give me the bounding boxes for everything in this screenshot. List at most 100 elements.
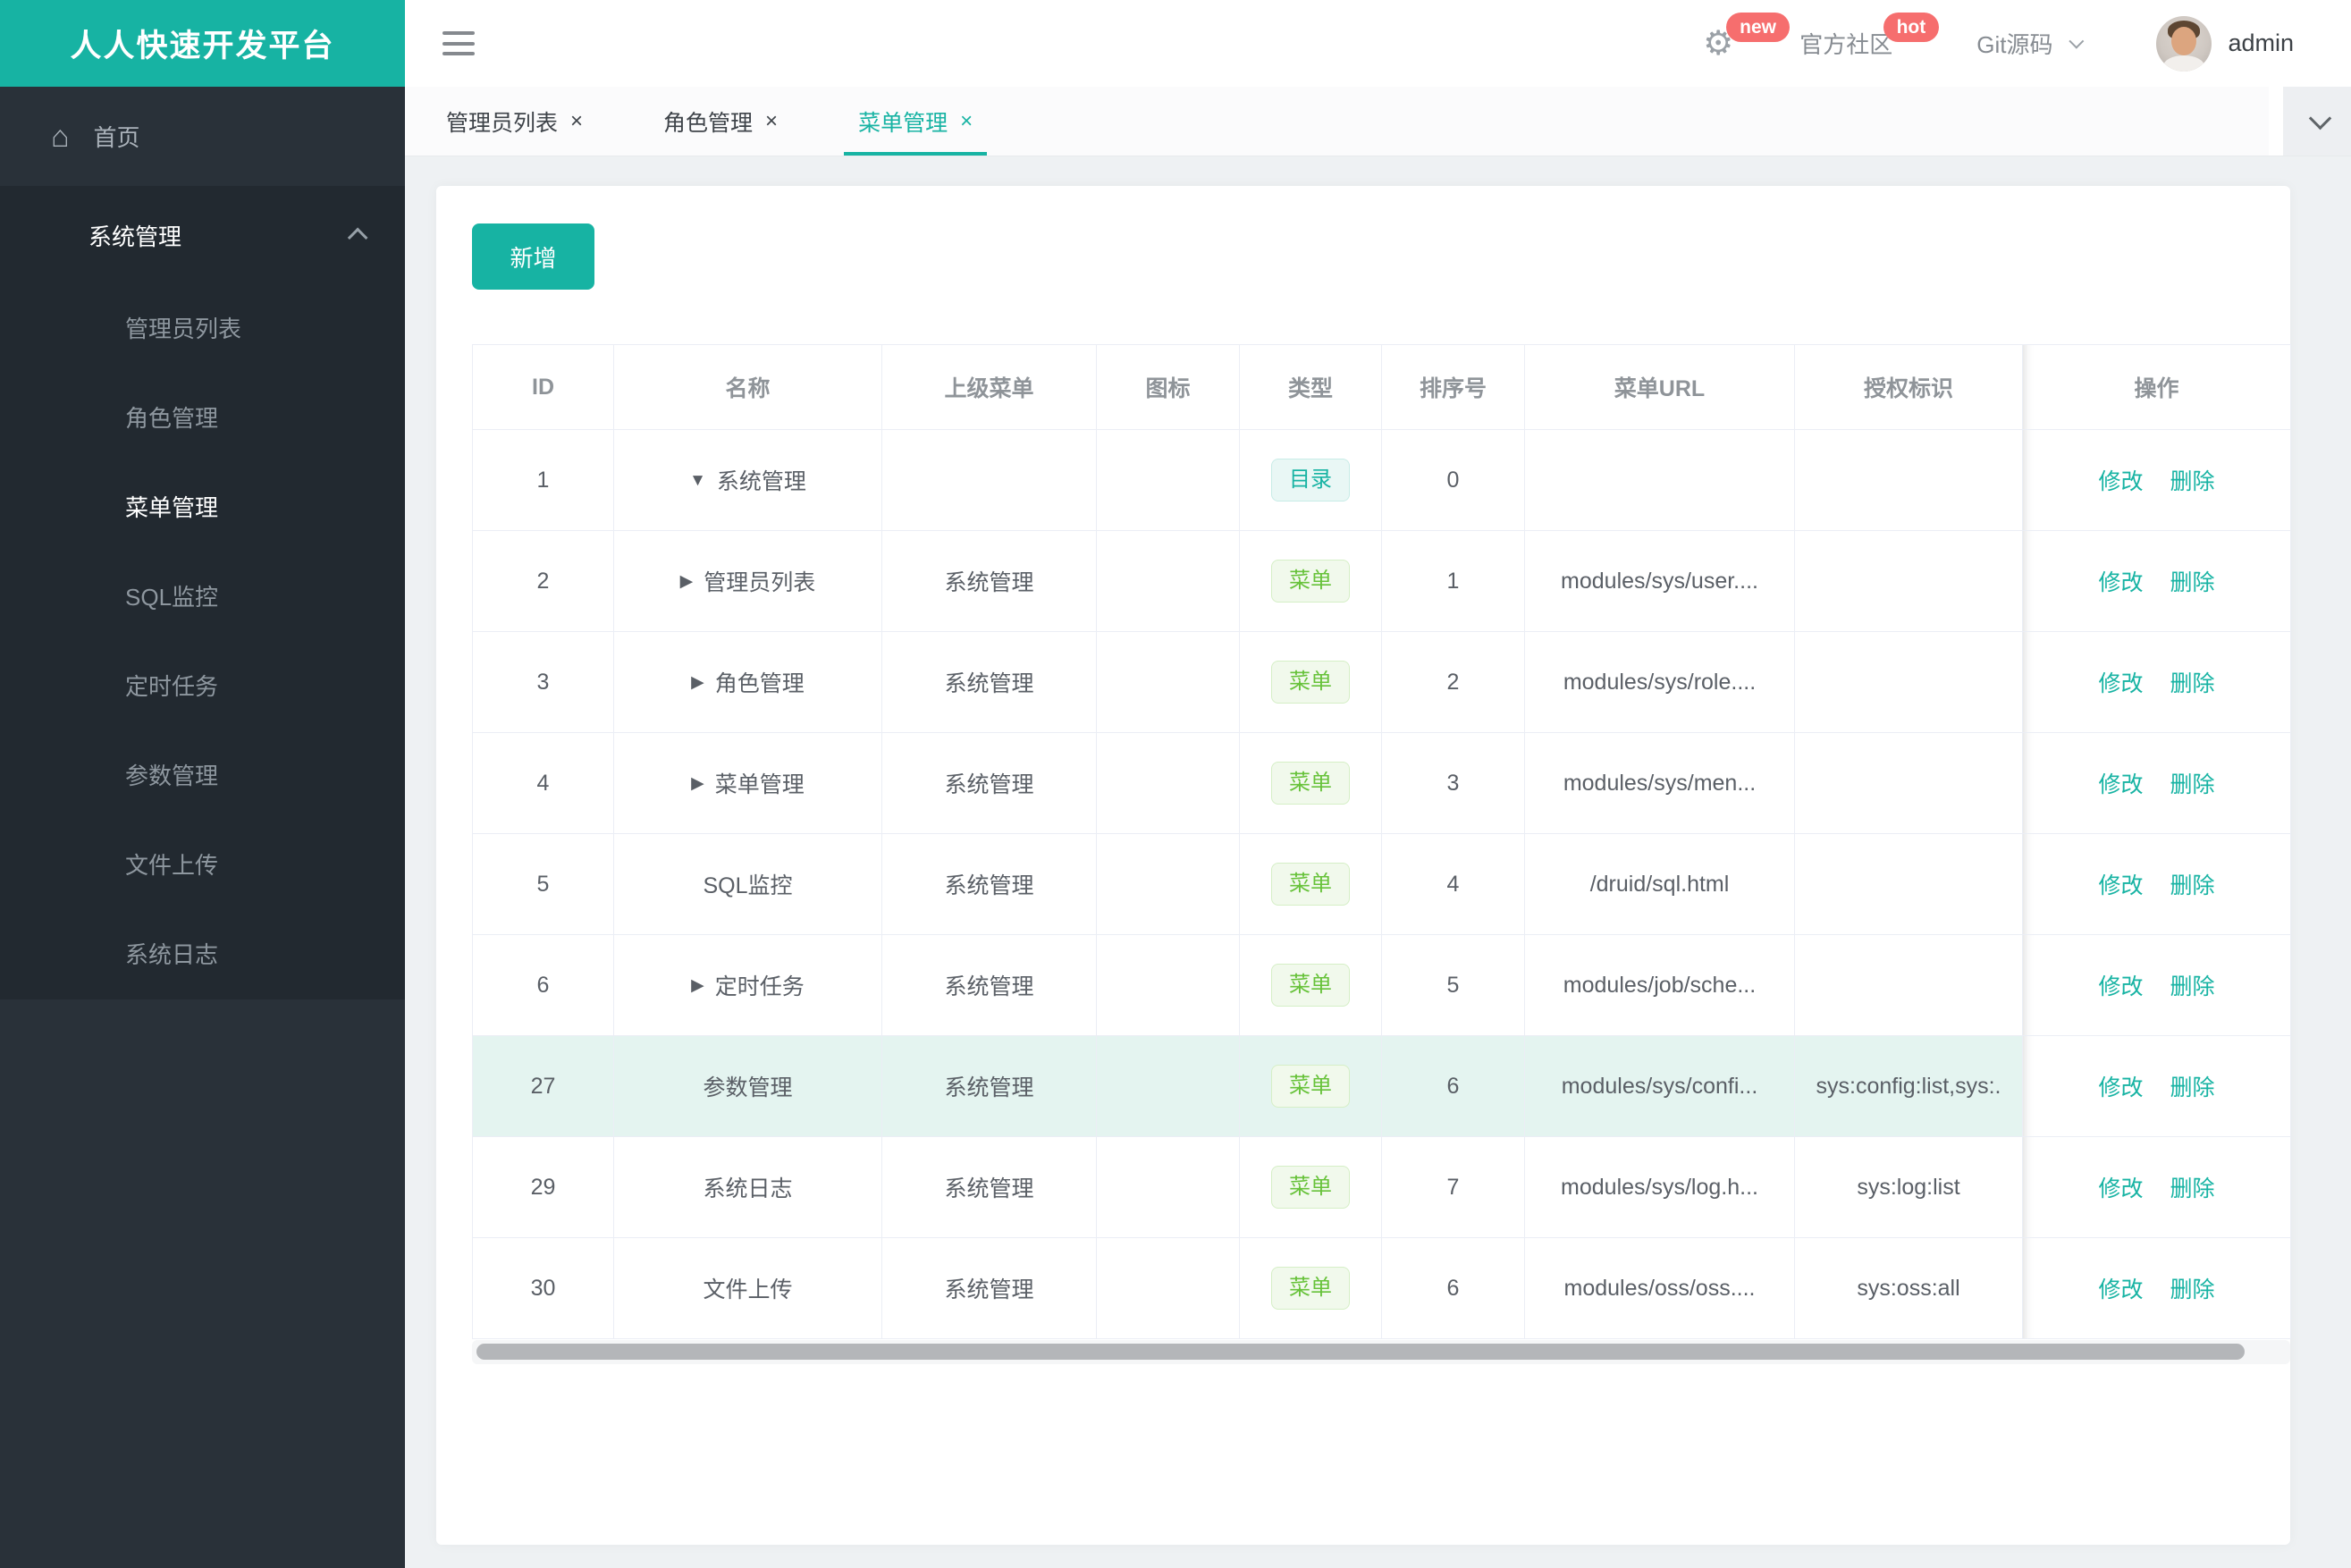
sidebar-group-system[interactable]: 系统管理 <box>0 186 405 284</box>
sidebar-item-home[interactable]: ⌂ 首页 <box>0 87 405 186</box>
cell-url: modules/sys/role.... <box>1524 631 1795 733</box>
cell-order: 2 <box>1381 631 1525 733</box>
table-row: 30 文件上传 系统管理 菜单 6 modules/oss/oss.... sys:oss:… <box>472 1237 2291 1339</box>
cell-name: 系统日志 <box>613 1136 882 1238</box>
name-cell: ▼ 系统管理 <box>615 464 881 496</box>
delete-link[interactable]: 删除 <box>2170 1176 2215 1201</box>
menu-table: ID 名称 上级菜单 图标 类型 排序号 菜单URL 授权标识 操作 1 ▼ 系统管理 目录 0 修改 删除… <box>472 344 2291 1339</box>
cell-parent: 系统管理 <box>881 732 1097 834</box>
expand-arrow-icon[interactable]: ▶ <box>691 977 704 994</box>
collapse-arrow-icon[interactable]: ▼ <box>689 472 706 489</box>
delete-link[interactable]: 删除 <box>2170 772 2215 797</box>
sidebar-item-菜单管理[interactable]: 菜单管理 <box>0 463 405 552</box>
tab-角色管理[interactable]: 角色管理 × <box>649 87 792 156</box>
edit-link[interactable]: 修改 <box>2098 469 2143 494</box>
menu-name-label: 参数管理 <box>703 1075 793 1100</box>
cell-name: 文件上传 <box>613 1237 882 1339</box>
table-row: 2 ▶ 管理员列表 系统管理 菜单 1 modules/sys/user.... 修改 删除 <box>472 530 2291 632</box>
sidebar-item-SQL监控[interactable]: SQL监控 <box>0 552 405 642</box>
avatar-shirt <box>2163 55 2205 72</box>
column-header-授权标识: 授权标识 <box>1794 344 2023 430</box>
tab-管理员列表[interactable]: 管理员列表 × <box>432 87 597 156</box>
cell-perms <box>1794 732 2023 834</box>
tab-list: 管理员列表 × 角色管理 × 菜单管理 × <box>432 87 1039 156</box>
cell-type: 菜单 <box>1239 1136 1382 1238</box>
tabbar-gap <box>2269 87 2283 156</box>
git-source-dropdown[interactable]: Git源码 <box>1976 27 2085 60</box>
name-cell: 参数管理 <box>615 1070 881 1102</box>
delete-link[interactable]: 删除 <box>2170 671 2215 696</box>
chevron-down-icon <box>2069 33 2085 49</box>
tab-label: 管理员列表 <box>446 110 559 136</box>
horizontal-scrollbar-thumb[interactable] <box>476 1344 2245 1360</box>
tab-overflow-button[interactable] <box>2283 87 2351 156</box>
cell-type: 菜单 <box>1239 732 1382 834</box>
sidebar-item-管理员列表[interactable]: 管理员列表 <box>0 284 405 374</box>
cell-name: ▼ 系统管理 <box>613 429 882 531</box>
expand-arrow-icon[interactable]: ▶ <box>691 775 704 792</box>
column-header-排序号: 排序号 <box>1381 344 1525 430</box>
delete-link[interactable]: 删除 <box>2170 1075 2215 1100</box>
hamburger-menu-icon[interactable] <box>442 31 475 55</box>
sidebar-home-label: 首页 <box>93 124 140 151</box>
cell-order: 4 <box>1381 833 1525 935</box>
sidebar-item-角色管理[interactable]: 角色管理 <box>0 374 405 463</box>
column-header-名称: 名称 <box>613 344 882 430</box>
close-icon[interactable]: × <box>570 109 583 134</box>
menu-name-label: 菜单管理 <box>714 772 805 797</box>
expand-arrow-icon[interactable]: ▶ <box>680 573 694 590</box>
cell-parent: 系统管理 <box>881 1136 1097 1238</box>
cell-type: 菜单 <box>1239 631 1382 733</box>
column-header-ID: ID <box>472 344 614 430</box>
cell-parent: 系统管理 <box>881 1237 1097 1339</box>
cell-url: /druid/sql.html <box>1524 833 1795 935</box>
community-link[interactable]: 官方社区 hot <box>1799 13 1940 60</box>
delete-link[interactable]: 删除 <box>2170 469 2215 494</box>
cell-url: modules/oss/oss.... <box>1524 1237 1795 1339</box>
cell-order: 0 <box>1381 429 1525 531</box>
settings-button[interactable]: ⚙ new <box>1703 12 1790 61</box>
edit-link[interactable]: 修改 <box>2098 772 2143 797</box>
tab-菜单管理[interactable]: 菜单管理 × <box>844 87 988 156</box>
delete-link[interactable]: 删除 <box>2170 1277 2215 1302</box>
cell-icon <box>1096 1035 1240 1137</box>
cell-icon <box>1096 1136 1240 1238</box>
delete-link[interactable]: 删除 <box>2170 570 2215 595</box>
sidebar-item-定时任务[interactable]: 定时任务 <box>0 642 405 731</box>
table-row: 29 系统日志 系统管理 菜单 7 modules/sys/log.h... sys:log… <box>472 1136 2291 1238</box>
cell-name: ▶ 菜单管理 <box>613 732 882 834</box>
cell-name: SQL监控 <box>613 833 882 935</box>
sidebar-item-系统日志[interactable]: 系统日志 <box>0 910 405 999</box>
edit-link[interactable]: 修改 <box>2098 1176 2143 1201</box>
delete-link[interactable]: 删除 <box>2170 873 2215 898</box>
cell-type: 菜单 <box>1239 833 1382 935</box>
user-avatar[interactable] <box>2156 15 2212 72</box>
type-tag: 菜单 <box>1271 761 1350 805</box>
edit-link[interactable]: 修改 <box>2098 1277 2143 1302</box>
type-tag: 菜单 <box>1271 862 1350 906</box>
expand-arrow-icon[interactable]: ▶ <box>691 674 704 691</box>
edit-link[interactable]: 修改 <box>2098 671 2143 696</box>
cell-perms <box>1794 934 2023 1036</box>
close-icon[interactable]: × <box>765 109 778 134</box>
add-button[interactable]: 新增 <box>472 223 594 290</box>
hot-badge: hot <box>1883 13 1940 43</box>
edit-link[interactable]: 修改 <box>2098 1075 2143 1100</box>
column-header-类型: 类型 <box>1239 344 1382 430</box>
edit-link[interactable]: 修改 <box>2098 570 2143 595</box>
sidebar-item-参数管理[interactable]: 参数管理 <box>0 731 405 821</box>
delete-link[interactable]: 删除 <box>2170 974 2215 999</box>
cell-type: 目录 <box>1239 429 1382 531</box>
table-row: 3 ▶ 角色管理 系统管理 菜单 2 modules/sys/role.... 修改 删除 <box>472 631 2291 733</box>
close-icon[interactable]: × <box>960 109 973 134</box>
username-label[interactable]: admin <box>2228 30 2294 57</box>
cell-order: 1 <box>1381 530 1525 632</box>
edit-link[interactable]: 修改 <box>2098 974 2143 999</box>
edit-link[interactable]: 修改 <box>2098 873 2143 898</box>
type-tag: 菜单 <box>1271 559 1350 603</box>
cell-order: 5 <box>1381 934 1525 1036</box>
column-header-操作: 操作 <box>2022 344 2291 430</box>
type-tag: 菜单 <box>1271 1165 1350 1210</box>
sidebar-item-文件上传[interactable]: 文件上传 <box>0 821 405 910</box>
cell-actions: 修改 删除 <box>2022 631 2291 733</box>
